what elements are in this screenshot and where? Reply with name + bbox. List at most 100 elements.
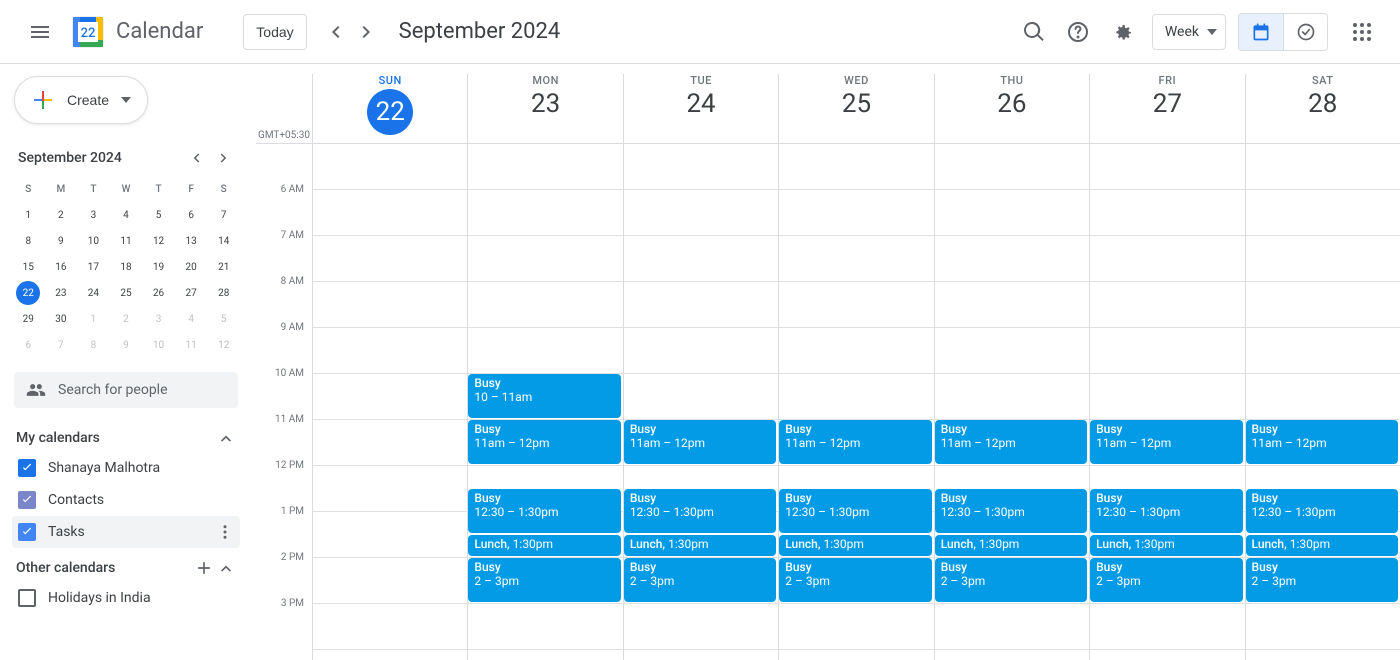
hour-cell[interactable] [313, 604, 467, 650]
calendar-event[interactable]: Busy2 – 3pm [468, 558, 620, 602]
hour-cell[interactable] [779, 374, 933, 420]
hour-cell[interactable] [624, 374, 778, 420]
mini-day[interactable]: 5 [142, 202, 175, 228]
day-header[interactable]: FRI27 [1089, 74, 1244, 143]
calendar-checkbox[interactable] [18, 523, 36, 541]
mini-day[interactable]: 21 [207, 254, 240, 280]
mini-day[interactable]: 26 [142, 280, 175, 306]
hour-cell[interactable] [935, 604, 1089, 650]
mini-day[interactable]: 27 [175, 280, 208, 306]
hour-cell[interactable] [1246, 282, 1400, 328]
mini-day[interactable]: 9 [45, 228, 78, 254]
mini-day[interactable]: 10 [142, 332, 175, 358]
view-switcher[interactable]: Week [1152, 14, 1226, 50]
day-number[interactable]: 27 [1090, 89, 1244, 119]
mini-day[interactable]: 3 [77, 202, 110, 228]
hour-cell[interactable] [935, 328, 1089, 374]
calendar-item[interactable]: Shanaya Malhotra [12, 452, 240, 484]
hour-cell[interactable] [935, 144, 1089, 190]
hour-cell[interactable] [313, 144, 467, 190]
hour-cell[interactable] [468, 190, 622, 236]
day-column[interactable]: Busy11am – 12pmBusy12:30 – 1:30pmLunch, … [623, 144, 778, 660]
my-calendars-header[interactable]: My calendars [12, 424, 240, 452]
calendar-item[interactable]: Holidays in India [12, 582, 240, 614]
calendar-item[interactable]: Tasks [12, 516, 240, 548]
next-week-button[interactable] [351, 16, 383, 48]
mini-day[interactable]: 13 [175, 228, 208, 254]
calendar-event[interactable]: Lunch, 1:30pm [1246, 535, 1398, 556]
hour-cell[interactable] [313, 282, 467, 328]
hour-cell[interactable] [313, 558, 467, 604]
mini-day[interactable]: 3 [142, 306, 175, 332]
hour-cell[interactable] [468, 282, 622, 328]
day-number[interactable]: 28 [1246, 89, 1400, 119]
mini-day[interactable]: 5 [207, 306, 240, 332]
day-number[interactable]: 23 [468, 89, 622, 119]
calendar-event[interactable]: Busy11am – 12pm [624, 420, 776, 464]
hour-cell[interactable] [624, 282, 778, 328]
mini-day[interactable]: 8 [12, 228, 45, 254]
mini-day[interactable]: 1 [12, 202, 45, 228]
hour-cell[interactable] [1246, 190, 1400, 236]
date-range-label[interactable]: September 2024 [399, 19, 561, 44]
mini-day[interactable]: 15 [12, 254, 45, 280]
hour-cell[interactable] [624, 236, 778, 282]
calendar-event[interactable]: Busy2 – 3pm [1246, 558, 1398, 602]
hour-cell[interactable] [313, 466, 467, 512]
calendar-event[interactable]: Busy12:30 – 1:30pm [779, 489, 931, 533]
hour-cell[interactable] [1090, 236, 1244, 282]
search-button[interactable] [1014, 12, 1054, 52]
hour-cell[interactable] [1090, 604, 1244, 650]
calendar-event[interactable]: Busy2 – 3pm [624, 558, 776, 602]
hour-cell[interactable] [1246, 328, 1400, 374]
mini-day[interactable]: 20 [175, 254, 208, 280]
hour-cell[interactable] [313, 190, 467, 236]
hour-cell[interactable] [935, 374, 1089, 420]
mini-day[interactable]: 28 [207, 280, 240, 306]
calendar-event[interactable]: Busy12:30 – 1:30pm [1090, 489, 1242, 533]
day-header[interactable]: WED25 [778, 74, 933, 143]
day-header[interactable]: TUE24 [623, 74, 778, 143]
hour-cell[interactable] [313, 512, 467, 558]
mini-day[interactable]: 6 [175, 202, 208, 228]
plus-icon[interactable] [194, 558, 214, 578]
calendar-event[interactable]: Lunch, 1:30pm [624, 535, 776, 556]
day-header[interactable]: MON23 [467, 74, 622, 143]
hour-cell[interactable] [779, 328, 933, 374]
mini-day[interactable]: 30 [45, 306, 78, 332]
settings-button[interactable] [1102, 12, 1142, 52]
hour-cell[interactable] [1090, 190, 1244, 236]
hour-cell[interactable] [779, 144, 933, 190]
calendar-checkbox[interactable] [18, 459, 36, 477]
mini-day[interactable]: 8 [77, 332, 110, 358]
calendar-event[interactable]: Busy11am – 12pm [1090, 420, 1242, 464]
hour-cell[interactable] [1246, 604, 1400, 650]
calendar-checkbox[interactable] [18, 589, 36, 607]
hour-cell[interactable] [1246, 144, 1400, 190]
mini-day[interactable]: 12 [207, 332, 240, 358]
mini-day[interactable]: 10 [77, 228, 110, 254]
day-header[interactable]: THU26 [934, 74, 1089, 143]
hour-cell[interactable] [1090, 374, 1244, 420]
mini-day[interactable]: 1 [77, 306, 110, 332]
mini-day[interactable]: 11 [175, 332, 208, 358]
hour-cell[interactable] [779, 282, 933, 328]
hour-cell[interactable] [624, 190, 778, 236]
calendar-event[interactable]: Busy2 – 3pm [1090, 558, 1242, 602]
mini-day[interactable]: 16 [45, 254, 78, 280]
calendar-event[interactable]: Lunch, 1:30pm [468, 535, 620, 556]
mini-day[interactable]: 4 [175, 306, 208, 332]
day-column[interactable]: Busy11am – 12pmBusy12:30 – 1:30pmLunch, … [1245, 144, 1400, 660]
mini-day[interactable]: 17 [77, 254, 110, 280]
calendar-checkbox[interactable] [18, 491, 36, 509]
day-column[interactable]: Busy11am – 12pmBusy12:30 – 1:30pmLunch, … [778, 144, 933, 660]
hour-cell[interactable] [468, 144, 622, 190]
hour-cell[interactable] [313, 374, 467, 420]
google-apps-button[interactable] [1342, 12, 1382, 52]
hour-cell[interactable] [313, 236, 467, 282]
mini-day[interactable]: 14 [207, 228, 240, 254]
today-button[interactable]: Today [243, 14, 306, 50]
hour-cell[interactable] [779, 190, 933, 236]
main-menu-button[interactable] [16, 8, 64, 56]
hour-cell[interactable] [313, 328, 467, 374]
